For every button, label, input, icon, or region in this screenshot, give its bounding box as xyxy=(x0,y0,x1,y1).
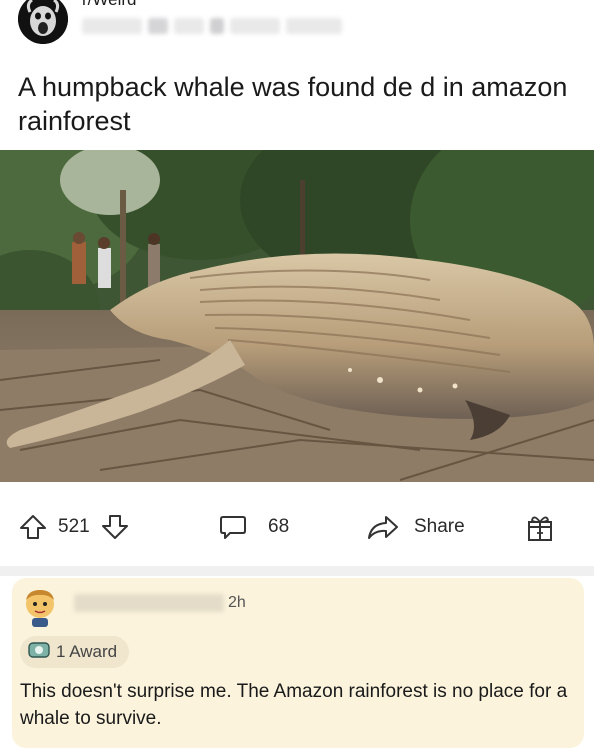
post-meta-redacted xyxy=(82,14,342,38)
vote-group: 521 xyxy=(18,512,130,542)
gift-award-icon xyxy=(524,512,556,544)
downvote-icon[interactable] xyxy=(100,512,130,542)
upvote-icon[interactable] xyxy=(18,512,48,542)
post-image[interactable] xyxy=(0,150,594,482)
post-header: r/Weird xyxy=(0,0,594,52)
comment-card: 2h 1 Award This doesn't surprise me. The… xyxy=(12,578,584,748)
screaming-face-icon xyxy=(18,0,68,44)
award-label: 1 Award xyxy=(56,642,118,661)
post-title[interactable]: A humpback whale was found de d in amazo… xyxy=(18,70,578,138)
section-divider xyxy=(0,566,594,576)
comment-count: 68 xyxy=(268,516,290,537)
username-redacted[interactable] xyxy=(74,594,224,612)
commenter-meta: 2h xyxy=(74,594,246,612)
whale-in-forest-image xyxy=(0,150,594,482)
subreddit-avatar[interactable] xyxy=(18,0,68,44)
comment-body: This doesn't surprise me. The Amazon rai… xyxy=(20,681,568,729)
share-label: Share xyxy=(414,516,465,537)
comment-timestamp: 2h xyxy=(228,594,246,611)
award-icon xyxy=(28,640,50,665)
comment-icon xyxy=(218,512,248,542)
share-button[interactable]: Share xyxy=(366,512,465,542)
post-action-bar: 521 68 Share xyxy=(0,500,594,560)
give-award-button[interactable] xyxy=(524,512,556,544)
subreddit-name[interactable]: r/Weird xyxy=(82,0,136,10)
commenter-avatar[interactable] xyxy=(22,586,58,627)
upvote-count: 521 xyxy=(58,516,90,537)
comments-button[interactable]: 68 xyxy=(218,512,289,542)
award-badge[interactable]: 1 Award xyxy=(20,636,130,668)
share-icon xyxy=(366,512,400,542)
